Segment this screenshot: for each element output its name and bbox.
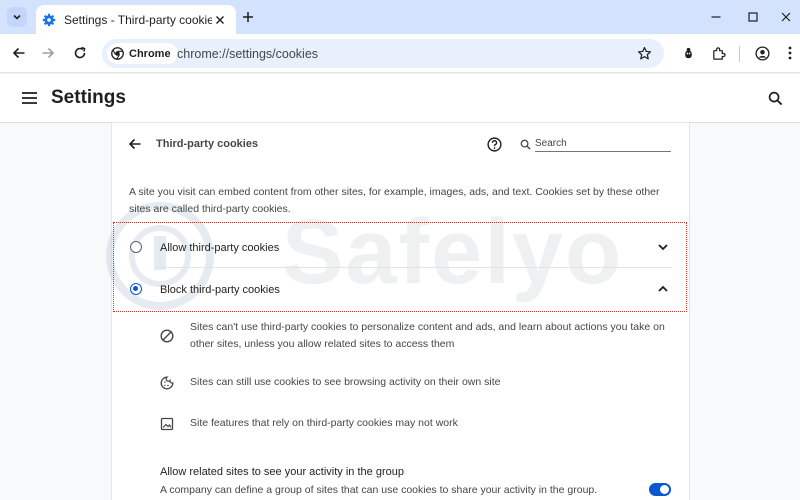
browser-toolbar: Chrome chrome://settings/cookies [0, 34, 800, 73]
chevron-down-icon [13, 14, 21, 20]
arrow-right-icon [42, 47, 55, 59]
address-bar[interactable]: Chrome chrome://settings/cookies [102, 39, 664, 68]
chevron-up-icon[interactable] [657, 284, 669, 294]
extensions-menu-button[interactable] [710, 45, 726, 61]
description-text: A site you visit can embed content from … [129, 186, 660, 215]
close-icon [781, 12, 791, 22]
related-sites-title: Allow related sites to see your activity… [160, 466, 404, 478]
option-label: Allow third-party cookies [160, 242, 280, 254]
forward-nav-button[interactable] [40, 45, 56, 61]
search-field-icon [520, 139, 531, 150]
extension-bug-icon [684, 47, 692, 58]
option-allow-third-party[interactable]: Allow third-party cookies [113, 224, 687, 268]
settings-header: Settings [0, 74, 800, 123]
close-tab-icon[interactable] [212, 12, 228, 28]
block-icon [160, 329, 174, 343]
chrome-logo-icon [111, 47, 124, 60]
subpage-title: Third-party cookies [156, 138, 259, 150]
tab-search-button[interactable] [7, 7, 27, 27]
chevron-down-icon[interactable] [657, 242, 669, 252]
image-icon [160, 417, 174, 431]
minimize-icon [711, 16, 721, 18]
radio-block[interactable] [130, 283, 142, 295]
extension-button[interactable] [680, 45, 696, 61]
arrow-left-icon [12, 47, 25, 59]
related-sites-toggle[interactable] [649, 483, 671, 496]
radio-allow[interactable] [130, 241, 142, 253]
menu-icon[interactable] [22, 91, 37, 105]
active-tab[interactable]: Settings - Third-party cookies [36, 5, 236, 34]
page-title: Settings [51, 87, 126, 108]
settings-search-input[interactable] [535, 136, 671, 152]
back-nav-button[interactable] [11, 45, 27, 61]
tab-title: Settings - Third-party cookies [64, 12, 212, 27]
maximize-icon [748, 12, 758, 22]
search-icon[interactable] [768, 91, 783, 106]
reload-button[interactable] [72, 45, 88, 61]
chrome-chip[interactable]: Chrome [107, 43, 178, 64]
puzzle-icon [712, 46, 726, 60]
back-arrow-icon[interactable] [128, 137, 142, 151]
option-block-third-party[interactable]: Block third-party cookies [113, 266, 687, 310]
reload-icon [74, 46, 86, 59]
more-vertical-icon [788, 46, 792, 60]
option-label: Block third-party cookies [160, 284, 280, 296]
cookie-icon [160, 376, 174, 390]
maximize-button[interactable] [746, 10, 760, 24]
plus-icon [243, 12, 253, 22]
toolbar-separator [739, 46, 740, 62]
url-text[interactable]: chrome://settings/cookies [177, 47, 318, 61]
related-sites-description: A company can define a group of sites th… [160, 484, 598, 496]
profile-avatar-icon [754, 45, 770, 61]
detail-text: Site features that rely on third-party c… [190, 417, 458, 429]
gear-icon [42, 13, 56, 27]
chip-label: Chrome [129, 47, 171, 60]
detail-text: Sites can still use cookies to see brows… [190, 376, 501, 388]
profile-button[interactable] [754, 45, 770, 61]
tab-strip: Settings - Third-party cookies [0, 0, 800, 34]
detail-text: Sites can't use third-party cookies to p… [190, 321, 665, 350]
bookmark-star-icon[interactable] [637, 46, 652, 61]
chrome-menu-button[interactable] [782, 45, 798, 61]
help-icon[interactable] [487, 137, 502, 152]
close-window-button[interactable] [779, 10, 793, 24]
minimize-button[interactable] [709, 10, 723, 24]
new-tab-button[interactable] [240, 9, 256, 25]
